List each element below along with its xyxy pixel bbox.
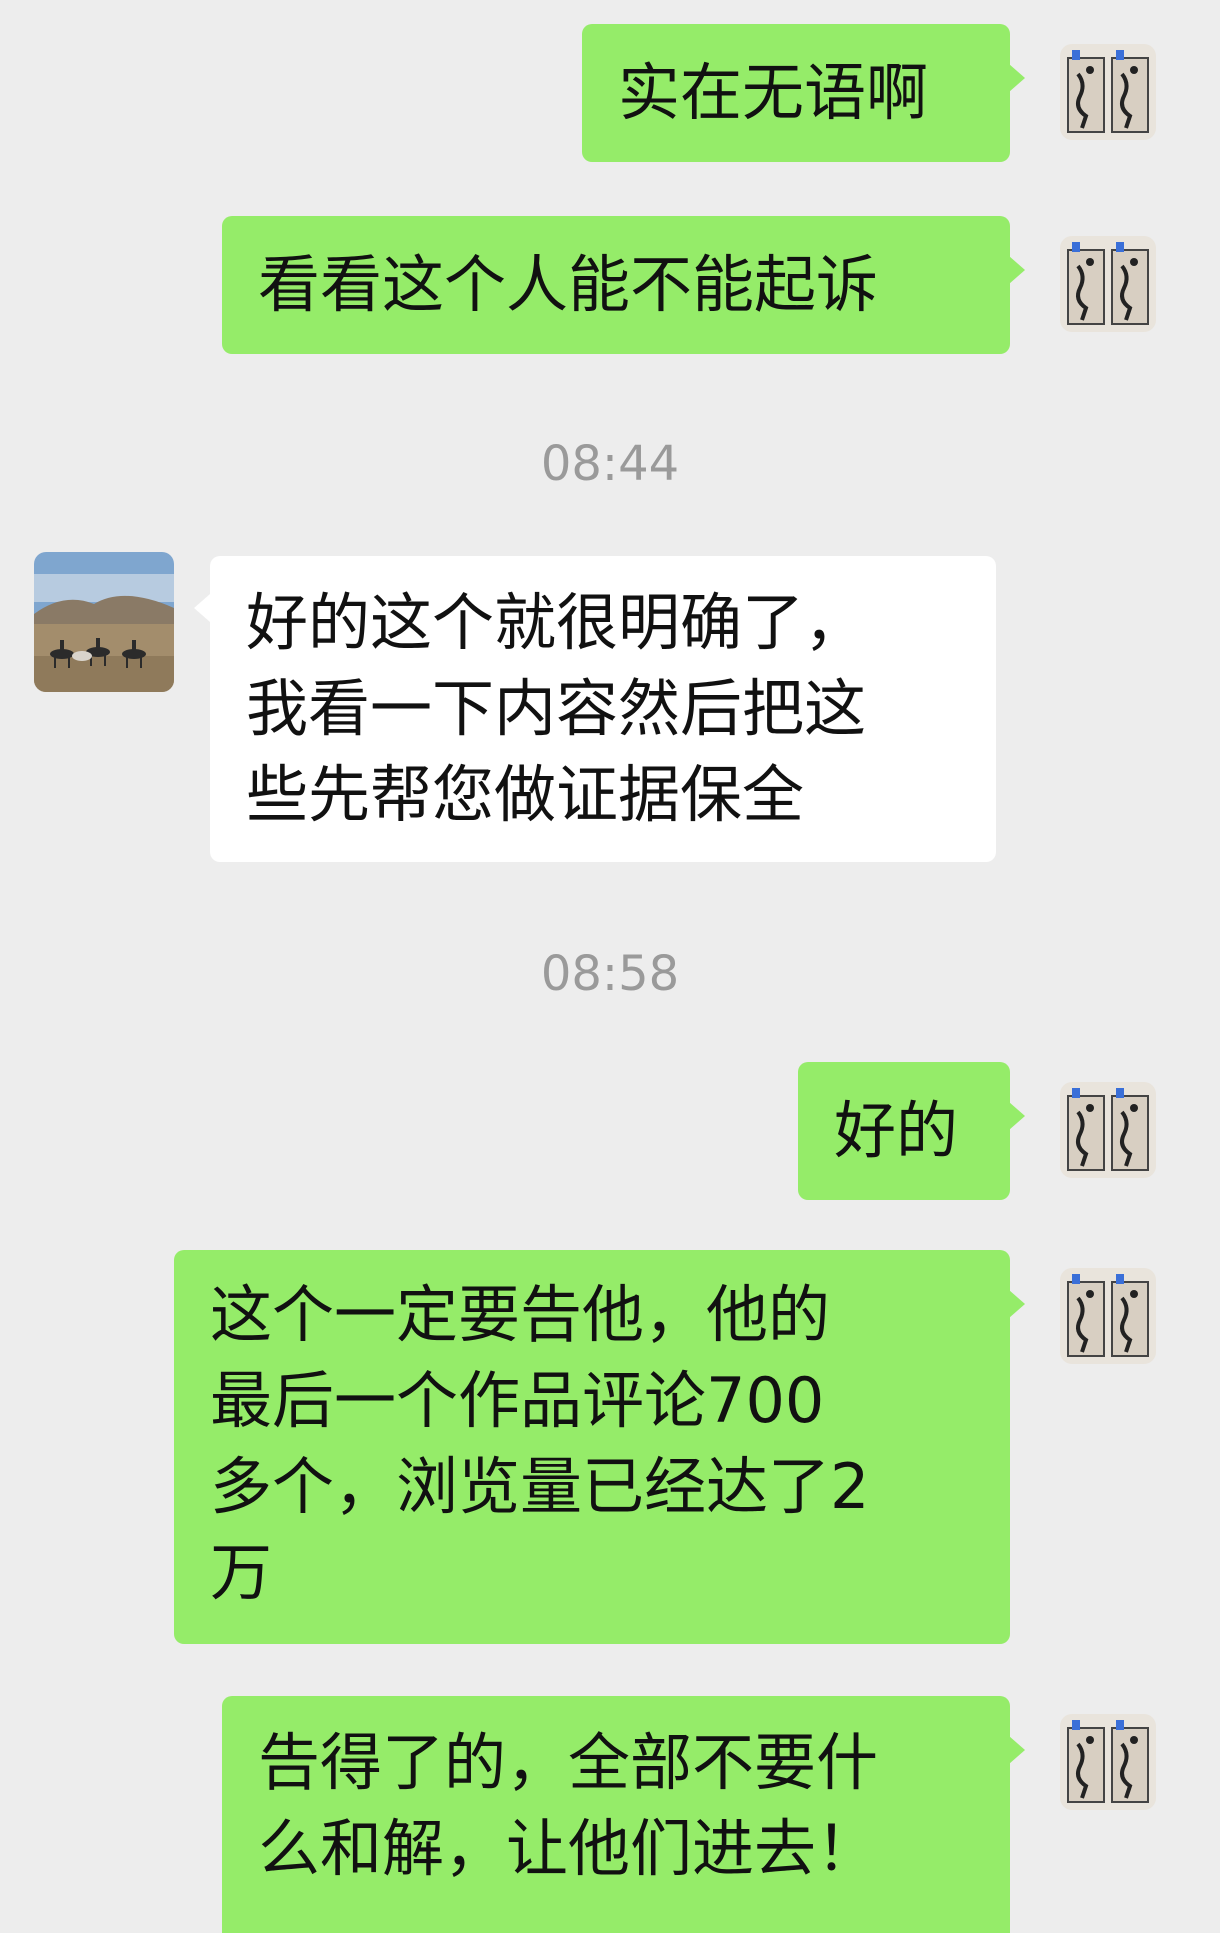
- contact-avatar[interactable]: [34, 552, 174, 692]
- self-avatar[interactable]: [1060, 1268, 1156, 1364]
- self-avatar[interactable]: [1060, 1082, 1156, 1178]
- self-avatar[interactable]: [1060, 236, 1156, 332]
- message-bubble[interactable]: 这个一定要告他，他的 最后一个作品评论700 多个，浏览量已经达了2 万: [174, 1250, 1010, 1644]
- message-bubble[interactable]: 告得了的，全部不要什 么和解，让他们进去！: [222, 1696, 1010, 1933]
- bubble-tail-icon: [1009, 64, 1025, 92]
- bubble-tail-icon: [194, 594, 210, 622]
- horse-riders-landscape-avatar-icon: [34, 552, 174, 692]
- sketch-figures-avatar-icon: [1060, 236, 1156, 332]
- self-avatar[interactable]: [1060, 1714, 1156, 1810]
- chat-message-list[interactable]: 实在无语啊 看看这个人能不能起诉 08:44 好的这个就很明确了， 我看一下内容…: [0, 0, 1220, 1933]
- timestamp: 08:58: [540, 946, 680, 1002]
- self-avatar[interactable]: [1060, 44, 1156, 140]
- message-bubble[interactable]: 看看这个人能不能起诉: [222, 216, 1010, 354]
- message-bubble[interactable]: 好的: [798, 1062, 1010, 1200]
- sketch-figures-avatar-icon: [1060, 1082, 1156, 1178]
- message-bubble[interactable]: 实在无语啊: [582, 24, 1010, 162]
- bubble-tail-icon: [1009, 1102, 1025, 1130]
- bubble-tail-icon: [1009, 1290, 1025, 1318]
- bubble-tail-icon: [1009, 1736, 1025, 1764]
- bubble-tail-icon: [1009, 256, 1025, 284]
- sketch-figures-avatar-icon: [1060, 1268, 1156, 1364]
- sketch-figures-avatar-icon: [1060, 44, 1156, 140]
- message-bubble[interactable]: 好的这个就很明确了， 我看一下内容然后把这 些先帮您做证据保全: [210, 556, 996, 862]
- timestamp: 08:44: [540, 436, 680, 492]
- sketch-figures-avatar-icon: [1060, 1714, 1156, 1810]
